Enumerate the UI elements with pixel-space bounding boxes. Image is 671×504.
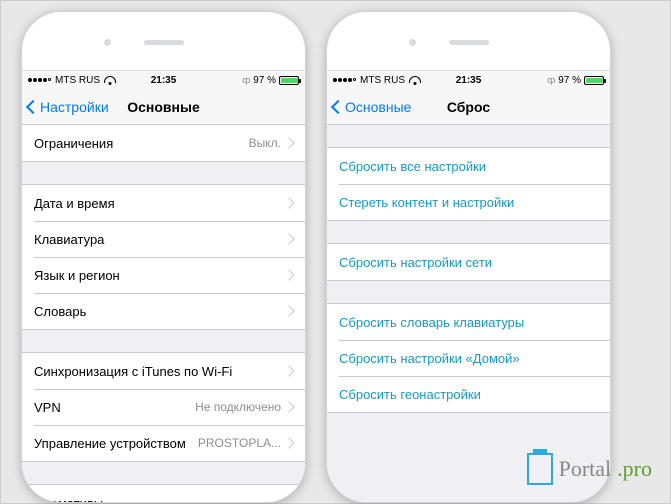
battery-icon — [279, 76, 299, 85]
row-reset-location[interactable]: Сбросить геонастройки — [327, 376, 610, 412]
status-bar: MTS RUS 21:35 ȹ 97 % — [327, 71, 610, 89]
carrier-label: MTS RUS — [360, 75, 405, 86]
reset-list[interactable]: Сбросить все настройки Стереть контент и… — [327, 125, 610, 502]
battery-percentage: 97 % — [253, 75, 276, 86]
settings-list[interactable]: Ограничения Выкл. Дата и время Клавиатур… — [22, 125, 305, 502]
clock-label: 21:35 — [456, 75, 482, 86]
group-reset-network: Сбросить настройки сети — [327, 243, 610, 281]
back-label: Основные — [345, 99, 411, 115]
group-about: Нормативы — [22, 484, 305, 502]
chevron-right-icon — [283, 497, 294, 502]
group-reset-other: Сбросить словарь клавиатуры Сбросить нас… — [327, 303, 610, 413]
clock-label: 21:35 — [151, 75, 177, 86]
watermark: Portal.pro — [527, 453, 652, 485]
chevron-right-icon — [283, 437, 294, 448]
row-reset-home-layout[interactable]: Сбросить настройки «Домой» — [327, 340, 610, 376]
screen-general: MTS RUS 21:35 ȹ 97 % Настройки Основные — [22, 70, 305, 502]
wifi-icon — [409, 76, 421, 85]
bluetooth-icon: ȹ — [242, 75, 250, 85]
row-regulatory[interactable]: Нормативы — [22, 485, 305, 502]
row-reset-network[interactable]: Сбросить настройки сети — [327, 244, 610, 280]
signal-strength-icon — [28, 78, 51, 82]
phone-left: MTS RUS 21:35 ȹ 97 % Настройки Основные — [21, 11, 306, 503]
group-sync: Синхронизация с iTunes по Wi-Fi VPNНе по… — [22, 352, 305, 462]
chevron-right-icon — [283, 401, 294, 412]
status-bar: MTS RUS 21:35 ȹ 97 % — [22, 71, 305, 89]
stage: MTS RUS 21:35 ȹ 97 % Настройки Основные — [0, 0, 671, 504]
row-date-time[interactable]: Дата и время — [22, 185, 305, 221]
row-itunes-wifi-sync[interactable]: Синхронизация с iTunes по Wi-Fi — [22, 353, 305, 389]
group-general: Дата и время Клавиатура Язык и регион Сл… — [22, 184, 305, 330]
row-erase-all[interactable]: Стереть контент и настройки — [327, 184, 610, 220]
chevron-right-icon — [283, 365, 294, 376]
chevron-right-icon — [283, 197, 294, 208]
group-restrictions: Ограничения Выкл. — [22, 125, 305, 162]
battery-percentage: 97 % — [558, 75, 581, 86]
chevron-right-icon — [283, 233, 294, 244]
signal-strength-icon — [333, 78, 356, 82]
watermark-icon — [527, 453, 553, 485]
group-reset-main: Сбросить все настройки Стереть контент и… — [327, 147, 610, 221]
row-restrictions[interactable]: Ограничения Выкл. — [22, 125, 305, 161]
chevron-right-icon — [283, 269, 294, 280]
row-language-region[interactable]: Язык и регион — [22, 257, 305, 293]
watermark-suffix: .pro — [617, 456, 652, 482]
row-reset-all-settings[interactable]: Сбросить все настройки — [327, 148, 610, 184]
back-button[interactable]: Основные — [333, 99, 411, 115]
row-dictionary[interactable]: Словарь — [22, 293, 305, 329]
back-button[interactable]: Настройки — [28, 99, 109, 115]
battery-icon — [584, 76, 604, 85]
phone-right: MTS RUS 21:35 ȹ 97 % Основные Сброс — [326, 11, 611, 503]
screen-reset: MTS RUS 21:35 ȹ 97 % Основные Сброс — [327, 70, 610, 502]
wifi-icon — [104, 76, 116, 85]
nav-title: Сброс — [447, 99, 490, 115]
back-label: Настройки — [40, 99, 109, 115]
chevron-right-icon — [283, 305, 294, 316]
row-reset-keyboard-dict[interactable]: Сбросить словарь клавиатуры — [327, 304, 610, 340]
nav-bar: Основные Сброс — [327, 89, 610, 125]
bluetooth-icon: ȹ — [547, 75, 555, 85]
row-device-management[interactable]: Управление устройствомPROSTOPLA... — [22, 425, 305, 461]
chevron-left-icon — [26, 99, 40, 113]
nav-title: Основные — [127, 99, 200, 115]
carrier-label: MTS RUS — [55, 75, 100, 86]
watermark-text: Portal — [559, 456, 612, 482]
nav-bar: Настройки Основные — [22, 89, 305, 125]
row-vpn[interactable]: VPNНе подключено — [22, 389, 305, 425]
chevron-left-icon — [331, 99, 345, 113]
row-keyboard[interactable]: Клавиатура — [22, 221, 305, 257]
chevron-right-icon — [283, 137, 294, 148]
